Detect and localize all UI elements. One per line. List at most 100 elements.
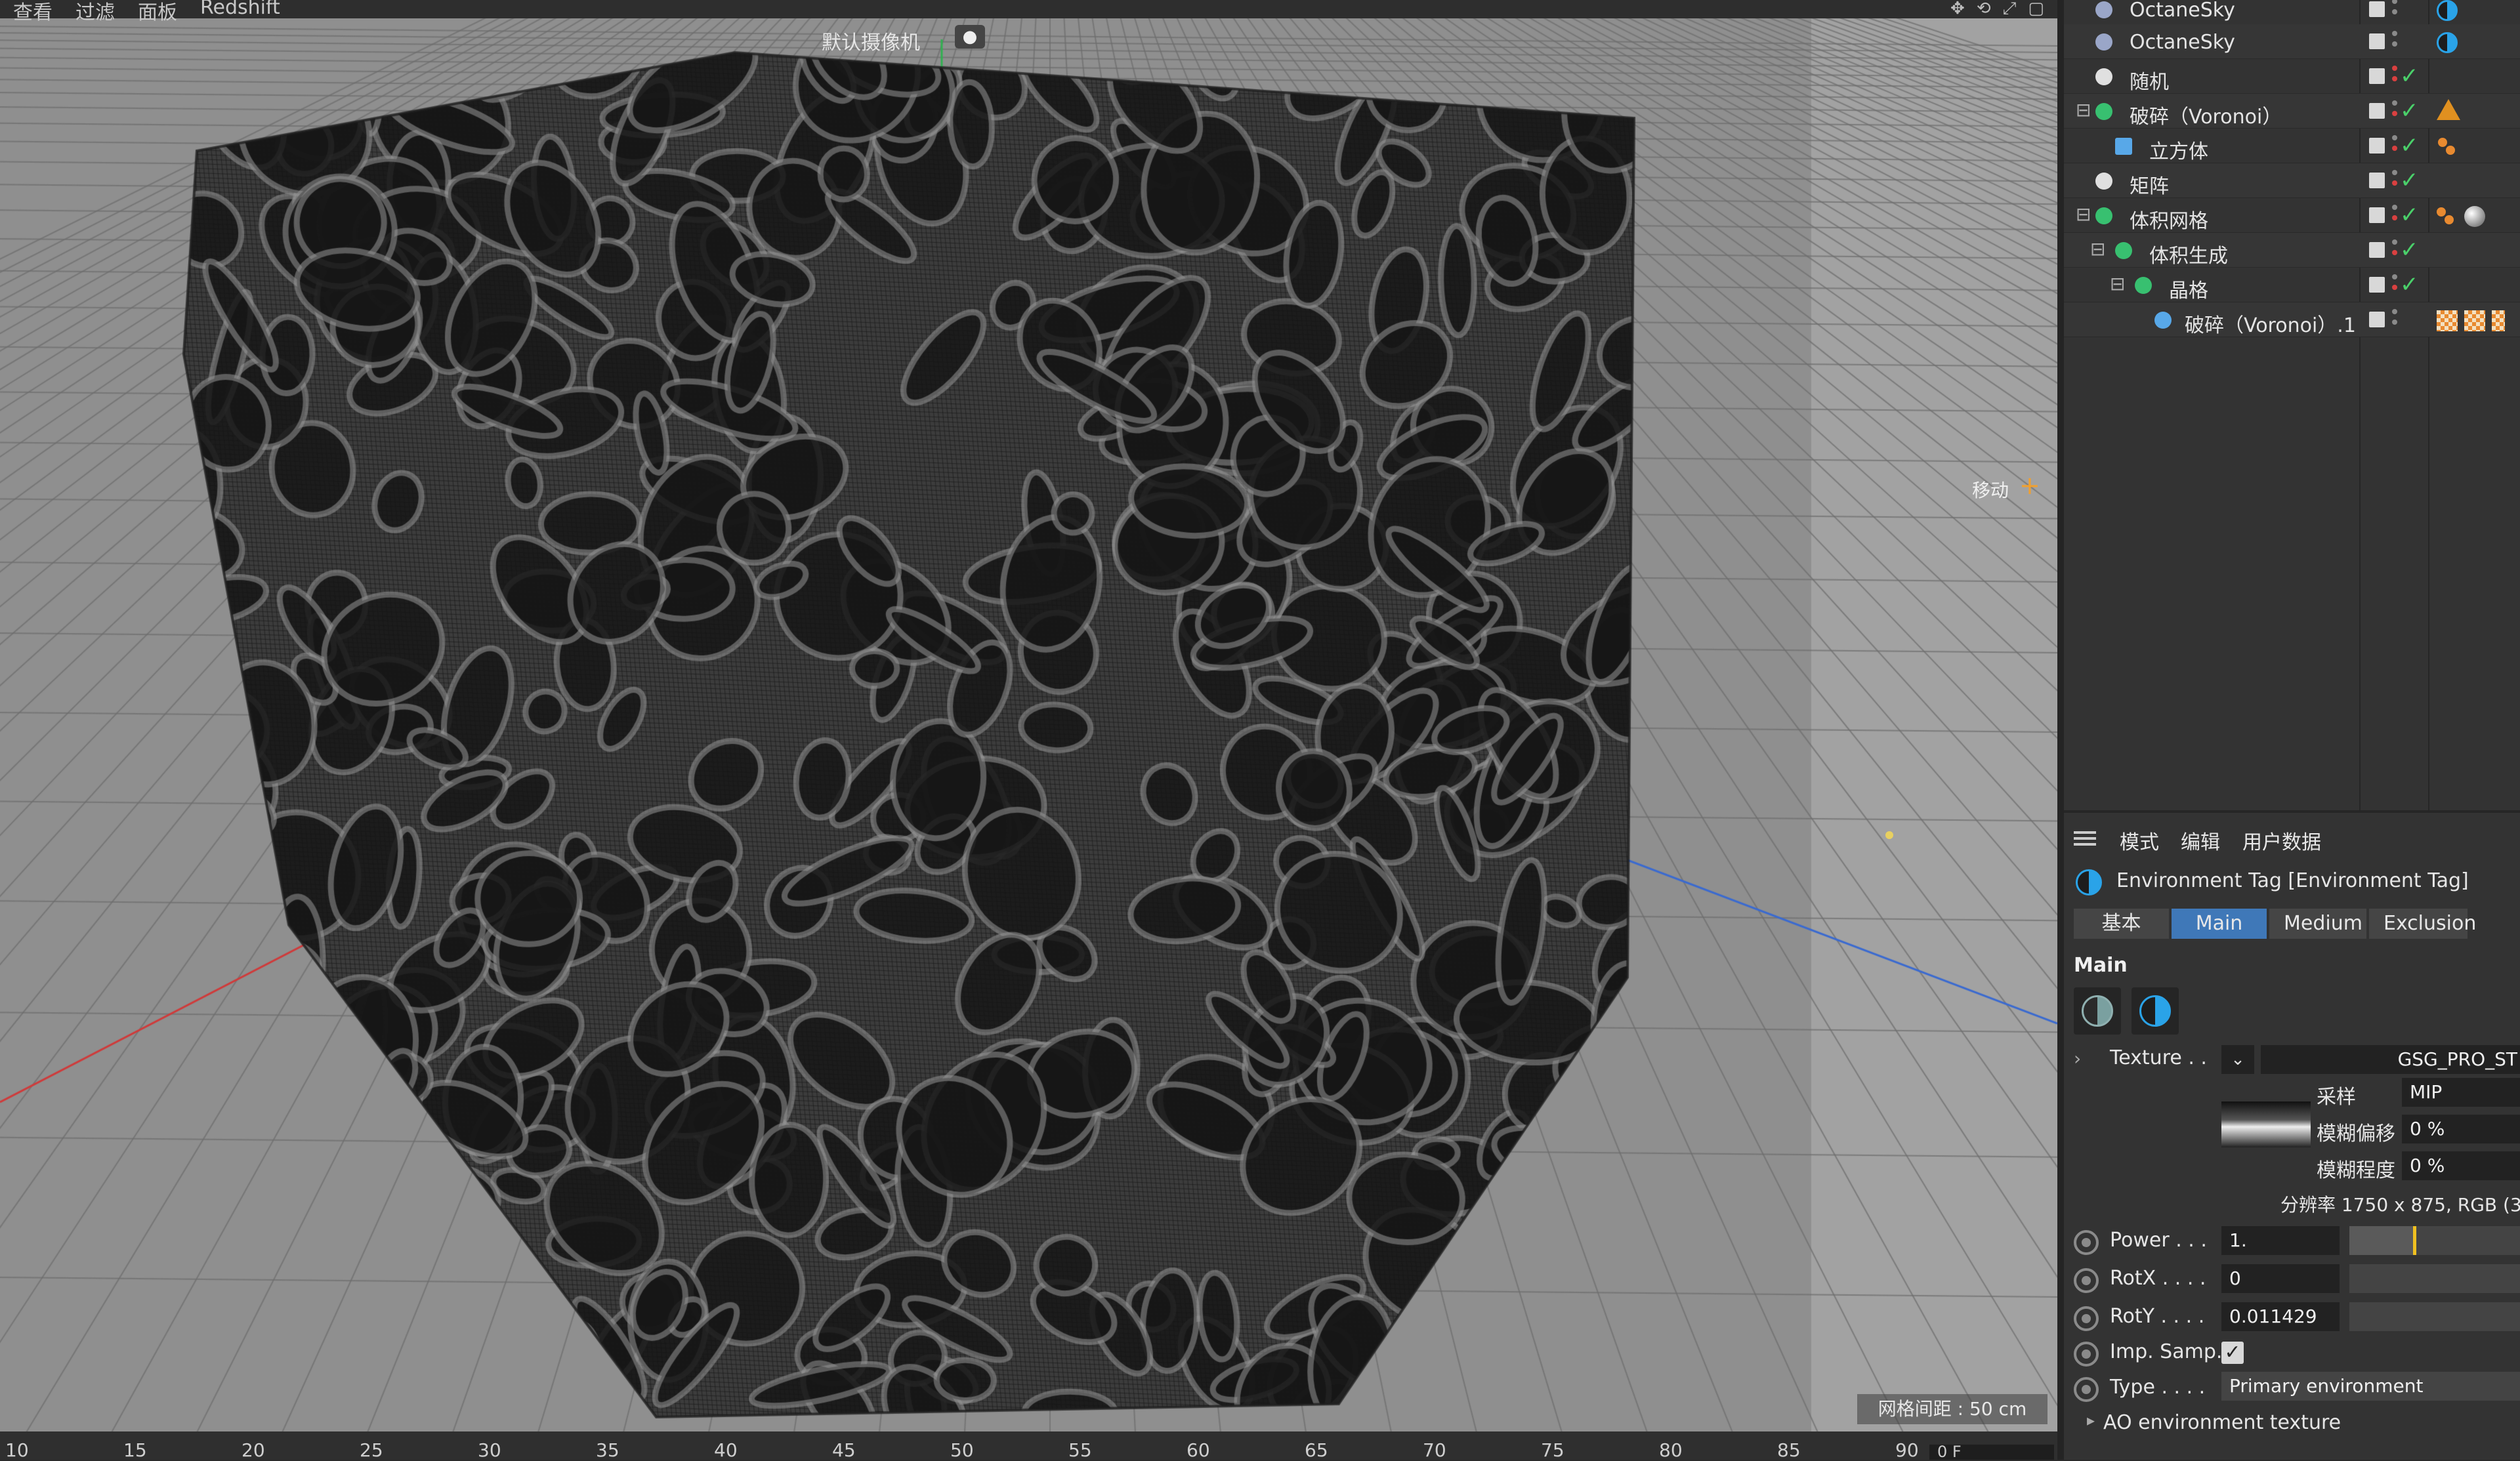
enabled-check-icon[interactable]: ✓ [2400, 63, 2419, 89]
half-dark-toggle[interactable] [2074, 987, 2121, 1035]
move-view-icon[interactable]: ✥ [1950, 0, 1965, 19]
object-row[interactable]: 矩阵 ✓ [2064, 163, 2520, 198]
power-slider[interactable] [2349, 1226, 2520, 1255]
attribute-title: Environment Tag [Environment Tag] [2116, 869, 2469, 892]
ao-texture-label[interactable]: AO environment texture [2103, 1411, 2341, 1434]
blur-offset-field[interactable]: 0 % [2402, 1115, 2520, 1143]
object-row[interactable]: ⊟ 体积生成 ✓ [2064, 233, 2520, 268]
current-frame-field[interactable]: 0 F [1929, 1444, 2054, 1460]
power-field[interactable]: 1. [2221, 1226, 2340, 1255]
texture-thumbnail[interactable] [2221, 1101, 2311, 1147]
visibility-toggle[interactable] [2369, 33, 2385, 49]
enabled-check-icon[interactable]: ✓ [2400, 237, 2419, 263]
rotx-field[interactable]: 0 [2221, 1264, 2340, 1293]
rotx-animate-radio[interactable] [2074, 1268, 2099, 1293]
blur-degree-field[interactable]: 0 % [2402, 1151, 2520, 1180]
type-animate-radio[interactable] [2074, 1377, 2099, 1402]
render-dots-icon[interactable] [2392, 309, 2397, 330]
render-dots-icon[interactable] [2392, 135, 2397, 156]
move-tool-icon[interactable]: + [2019, 472, 2040, 499]
tab-main[interactable]: Main [2172, 909, 2267, 939]
power-animate-radio[interactable] [2074, 1230, 2099, 1255]
render-dots-icon[interactable] [2392, 100, 2397, 121]
enabled-check-icon[interactable]: ✓ [2400, 133, 2419, 159]
collapse-icon[interactable]: ⊟ [2076, 203, 2091, 225]
3d-viewport[interactable]: 查看 过滤 面板 Redshift ✥ ⟲ ⤢ ▢ 默认摄像机 ● 移动 + 网… [0, 0, 2057, 1431]
texture-tag-icon[interactable] [2464, 310, 2485, 331]
viewport-canvas[interactable] [0, 0, 2057, 1431]
visibility-toggle[interactable] [2369, 68, 2385, 84]
visibility-toggle[interactable] [2369, 242, 2385, 258]
object-row[interactable]: 立方体 ✓ [2064, 129, 2520, 163]
object-row[interactable]: ⊟ 破碎（Voronoi） ✓ [2064, 94, 2520, 129]
expand-triangle-icon[interactable]: ▸ [2087, 1411, 2095, 1430]
sampling-select[interactable]: MIP [2402, 1078, 2520, 1107]
collapse-icon[interactable]: ⊟ [2110, 273, 2125, 295]
menu-filter[interactable]: 过滤 [75, 0, 115, 25]
timeline-ruler[interactable]: 10 15 20 25 30 35 40 45 50 55 60 65 70 75 80 85 90 0 F [0, 1431, 2057, 1461]
menu-mode[interactable]: 模式 [2120, 826, 2159, 855]
tab-medium[interactable]: Medium [2269, 909, 2366, 939]
visibility-toggle[interactable] [2369, 103, 2385, 119]
environment-toggle[interactable] [2132, 987, 2179, 1035]
roty-slider[interactable] [2349, 1302, 2520, 1331]
render-dots-icon[interactable] [2392, 66, 2397, 87]
visibility-toggle[interactable] [2369, 173, 2385, 188]
panel-divider[interactable] [2057, 0, 2064, 1460]
texture-tag-icon[interactable] [2437, 310, 2458, 331]
lattice-icon [2135, 277, 2152, 294]
render-dots-icon[interactable] [2392, 0, 2397, 20]
menu-edit[interactable]: 编辑 [2181, 826, 2220, 855]
roty-field[interactable]: 0.011429 [2221, 1302, 2340, 1331]
object-row[interactable]: OctaneSky [2064, 0, 2520, 27]
visibility-toggle[interactable] [2369, 312, 2385, 327]
render-dots-icon[interactable] [2392, 205, 2397, 226]
texture-tag-icon[interactable] [2492, 310, 2505, 331]
collapse-icon[interactable]: ⊟ [2090, 238, 2105, 260]
texture-field[interactable]: GSG_PRO_ST [2261, 1045, 2520, 1074]
visibility-toggle[interactable] [2369, 1, 2385, 17]
expand-chevron-icon[interactable]: › [2074, 1048, 2081, 1069]
object-name: 体积生成 [2149, 245, 2228, 268]
object-row[interactable]: 随机 ✓ [2064, 59, 2520, 94]
texture-dropdown[interactable]: ⌄ [2221, 1045, 2254, 1074]
render-dots-icon[interactable] [2392, 274, 2397, 295]
environment-tag-icon[interactable] [2437, 32, 2458, 53]
tab-exclusion[interactable]: Exclusion [2369, 909, 2476, 939]
roty-animate-radio[interactable] [2074, 1306, 2099, 1331]
rotate-view-icon[interactable]: ⟲ [1977, 0, 1991, 19]
enabled-check-icon[interactable]: ✓ [2400, 202, 2419, 228]
menu-redshift[interactable]: Redshift [200, 0, 280, 19]
collapse-icon[interactable]: ⊟ [2076, 99, 2091, 121]
enabled-check-icon[interactable]: ✓ [2400, 272, 2419, 298]
menu-view[interactable]: 查看 [13, 0, 52, 25]
visibility-toggle[interactable] [2369, 207, 2385, 223]
object-row[interactable]: ⊟ 体积网格 ✓ [2064, 198, 2520, 233]
visibility-toggle[interactable] [2369, 138, 2385, 154]
object-row[interactable]: 破碎（Voronoi）.1 [2064, 302, 2520, 337]
hamburger-menu-icon[interactable] [2074, 831, 2096, 846]
type-select[interactable]: Primary environment [2221, 1372, 2520, 1401]
camera-icon[interactable]: ● [955, 25, 985, 49]
environment-tag-icon[interactable] [2437, 0, 2458, 21]
enabled-check-icon[interactable]: ✓ [2400, 167, 2419, 194]
tab-basic[interactable]: 基本 [2074, 909, 2169, 939]
menu-panel[interactable]: 面板 [138, 0, 177, 25]
zoom-view-icon[interactable]: ⤢ [2003, 0, 2017, 19]
material-tag-icon[interactable] [2438, 136, 2459, 157]
object-row[interactable]: ⊟ 晶格 ✓ [2064, 268, 2520, 302]
rotx-slider[interactable] [2349, 1264, 2520, 1293]
render-dots-icon[interactable] [2392, 31, 2397, 52]
object-row[interactable]: OctaneSky [2064, 24, 2520, 59]
warning-tag-icon[interactable] [2437, 99, 2460, 120]
enabled-check-icon[interactable]: ✓ [2400, 98, 2419, 124]
visibility-toggle[interactable] [2369, 277, 2385, 293]
material-sphere-icon[interactable] [2464, 206, 2485, 227]
render-dots-icon[interactable] [2392, 239, 2397, 260]
layout-icon[interactable]: ▢ [2028, 0, 2044, 19]
imp-samp-animate-radio[interactable] [2074, 1342, 2099, 1367]
imp-samp-checkbox[interactable]: ✓ [2221, 1342, 2244, 1364]
render-dots-icon[interactable] [2392, 170, 2397, 191]
menu-user-data[interactable]: 用户数据 [2242, 826, 2321, 855]
material-tag-icon[interactable] [2437, 206, 2458, 227]
